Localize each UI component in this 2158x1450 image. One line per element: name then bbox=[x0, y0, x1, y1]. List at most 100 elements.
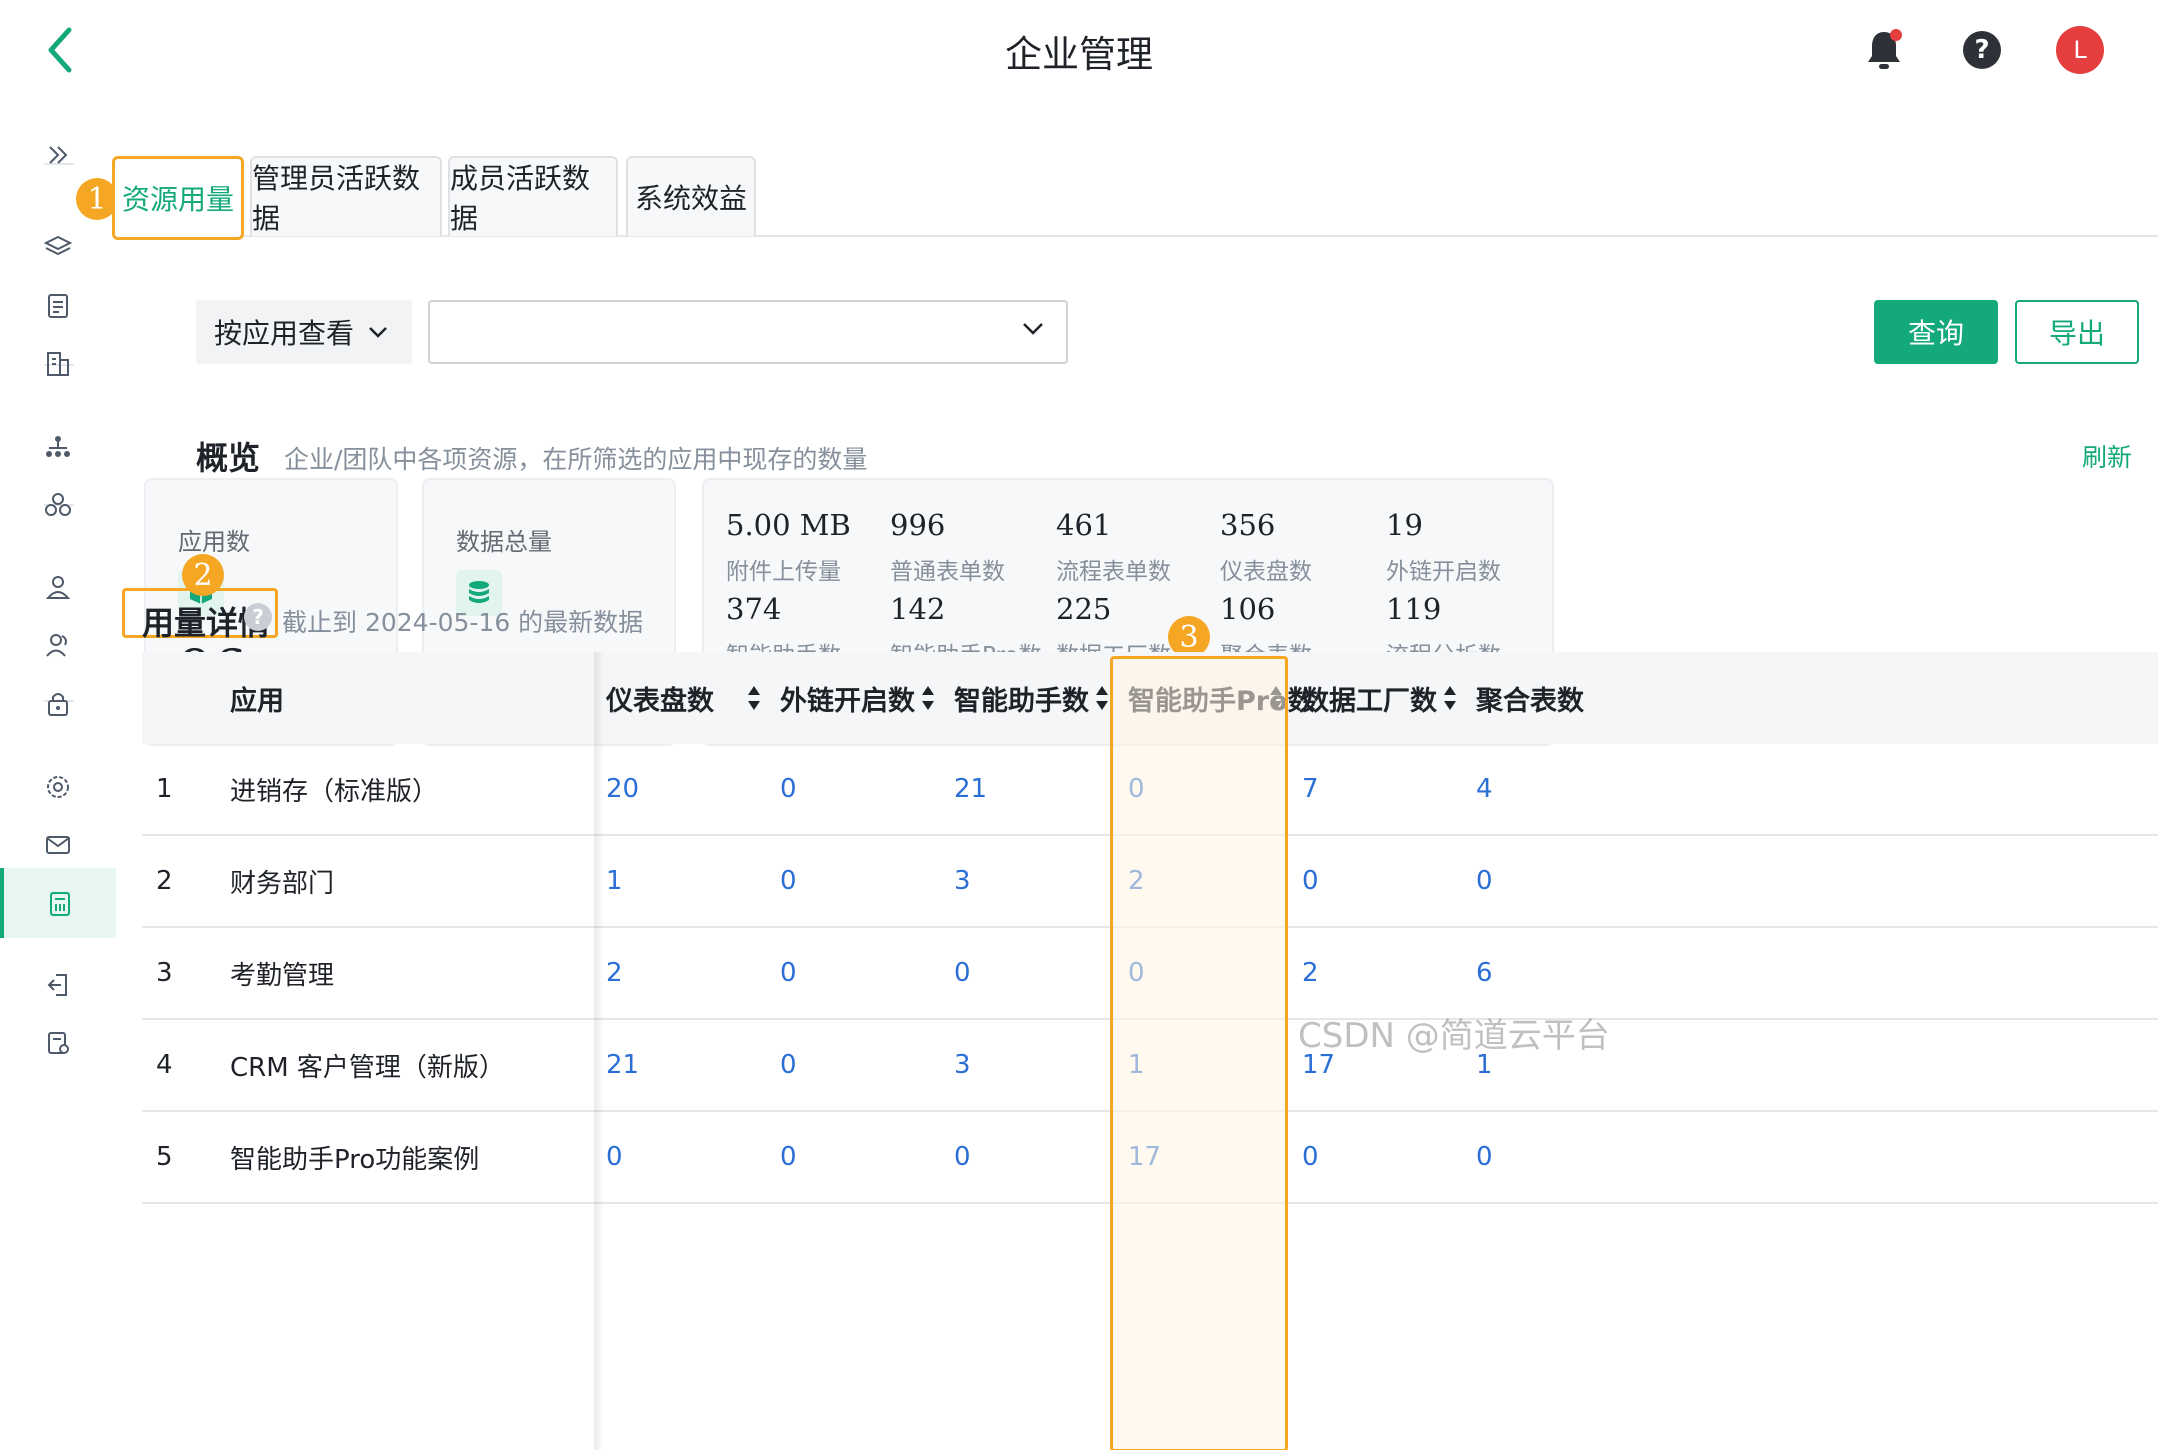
column-header-public-links: 外链开启数 bbox=[780, 685, 915, 717]
row-app-name[interactable]: 智能助手Pro功能案例 bbox=[230, 1112, 479, 1202]
tab-admin-activity[interactable]: 管理员活跃数据 bbox=[250, 156, 442, 236]
row-value[interactable]: 0 bbox=[780, 744, 797, 834]
row-value[interactable]: 0 bbox=[606, 1112, 623, 1202]
user-icon bbox=[45, 576, 71, 599]
row-app-name[interactable]: 进销存（标准版） bbox=[230, 744, 438, 834]
row-value[interactable]: 2 bbox=[606, 928, 623, 1018]
row-app-name[interactable]: 财务部门 bbox=[230, 836, 334, 926]
tab-resource-usage[interactable]: 资源用量 bbox=[112, 156, 244, 240]
sidebar-item-form-settings[interactable] bbox=[0, 1008, 116, 1078]
top-header: 企业管理 ? L bbox=[0, 0, 2158, 108]
notification-button[interactable] bbox=[1856, 22, 1912, 78]
overview-title: 概览 bbox=[196, 439, 261, 477]
app-select[interactable] bbox=[428, 300, 1068, 364]
table-header: 应用 仪表盘数 外链开启数 智能助手数 智能助手Pro数 数据工厂数 聚合表数 bbox=[142, 652, 2158, 744]
chevron-left-icon bbox=[48, 27, 72, 73]
row-index: 5 bbox=[156, 1142, 173, 1172]
view-mode-select[interactable]: 按应用查看 bbox=[196, 300, 412, 364]
sort-icon[interactable] bbox=[1092, 682, 1112, 714]
row-value[interactable]: 0 bbox=[1128, 928, 1145, 1018]
sort-icon[interactable] bbox=[1440, 682, 1460, 714]
row-value[interactable]: 6 bbox=[1476, 928, 1493, 1018]
row-value[interactable]: 7 bbox=[1302, 744, 1319, 834]
row-value[interactable]: 3 bbox=[954, 836, 971, 926]
export-button[interactable]: 导出 bbox=[2015, 300, 2139, 364]
row-app-name[interactable]: 考勤管理 bbox=[230, 928, 334, 1018]
row-value[interactable]: 17 bbox=[1128, 1112, 1161, 1202]
row-value[interactable]: 17 bbox=[1302, 1020, 1335, 1110]
overview-description: 企业/团队中各项资源，在所筛选的应用中现存的数量 bbox=[284, 445, 868, 474]
sidebar-item-building[interactable] bbox=[0, 328, 116, 398]
question-icon: ? bbox=[1963, 31, 2001, 69]
tab-system-benefit[interactable]: 系统效益 bbox=[626, 156, 756, 236]
row-value[interactable]: 0 bbox=[1476, 836, 1493, 926]
column-header-assistants: 智能助手数 bbox=[954, 685, 1089, 717]
row-value[interactable]: 20 bbox=[606, 744, 639, 834]
row-value[interactable]: 2 bbox=[1128, 836, 1145, 926]
avatar-letter: L bbox=[2056, 26, 2104, 74]
back-button[interactable] bbox=[30, 20, 90, 80]
chevron-down-icon bbox=[369, 327, 387, 338]
card-label: 数据总量 bbox=[456, 528, 552, 556]
clipboard-icon bbox=[48, 294, 68, 318]
row-index: 1 bbox=[156, 774, 173, 804]
table-row: 5 智能助手Pro功能案例 0 0 0 17 0 0 bbox=[142, 1112, 2158, 1204]
help-button[interactable]: ? bbox=[1954, 22, 2010, 78]
row-value[interactable]: 21 bbox=[606, 1020, 639, 1110]
row-value[interactable]: 0 bbox=[1302, 836, 1319, 926]
row-index: 3 bbox=[156, 958, 173, 988]
row-index: 2 bbox=[156, 866, 173, 896]
row-value[interactable]: 2 bbox=[1302, 928, 1319, 1018]
bell-icon bbox=[1868, 29, 1902, 69]
sort-icon[interactable] bbox=[918, 682, 938, 714]
page-title: 企业管理 bbox=[1005, 33, 1153, 76]
sidebar-list bbox=[0, 108, 116, 1450]
row-value[interactable]: 0 bbox=[780, 1020, 797, 1110]
row-value[interactable]: 0 bbox=[780, 928, 797, 1018]
sort-icon[interactable] bbox=[1266, 682, 1286, 714]
users-icon bbox=[46, 634, 67, 657]
sidebar-item-calculator[interactable] bbox=[0, 868, 116, 938]
sidebar-item-network[interactable] bbox=[0, 470, 116, 540]
view-mode-label: 按应用查看 bbox=[214, 317, 355, 350]
user-avatar[interactable]: L bbox=[2052, 22, 2108, 78]
sidebar-item-lock[interactable] bbox=[0, 668, 116, 738]
detail-note: 截止到 2024-05-16 的最新数据 bbox=[282, 608, 644, 637]
mail-icon bbox=[46, 836, 70, 854]
sort-icon[interactable] bbox=[744, 682, 764, 714]
resource-stats: 5.00 MB 附件上传量 996 普通表单数 461 流程表单数 356 仪表盘数 1… bbox=[726, 478, 1990, 674]
row-value[interactable]: 21 bbox=[954, 744, 987, 834]
row-value[interactable]: 0 bbox=[954, 928, 971, 1018]
table-row: 2 财务部门 1 0 3 2 0 0 bbox=[142, 836, 2158, 928]
expand-icon bbox=[49, 146, 68, 164]
row-app-name[interactable]: CRM 客户管理（新版） bbox=[230, 1020, 505, 1110]
column-header-aggregate: 聚合表数 bbox=[1476, 685, 1584, 717]
network-icon bbox=[45, 493, 71, 516]
column-header-dashboards: 仪表盘数 bbox=[606, 685, 714, 717]
column-header-assistant-pro: 智能助手Pro数 bbox=[1128, 685, 1315, 717]
query-button[interactable]: 查询 bbox=[1874, 300, 1998, 364]
row-value[interactable]: 0 bbox=[1476, 1112, 1493, 1202]
row-value[interactable]: 0 bbox=[780, 1112, 797, 1202]
row-value[interactable]: 0 bbox=[1128, 744, 1145, 834]
row-value[interactable]: 1 bbox=[606, 836, 623, 926]
org-chart-icon bbox=[46, 436, 70, 457]
row-index: 4 bbox=[156, 1050, 173, 1080]
main-content: 1 资源用量 管理员活跃数据 成员活跃数据 系统效益 按应用查看 查询 导出 概… bbox=[76, 108, 2158, 1450]
gear-icon bbox=[47, 776, 69, 798]
chevron-down-icon bbox=[1023, 323, 1043, 335]
form-settings-icon bbox=[48, 1032, 69, 1054]
table-row: 4 CRM 客户管理（新版） 21 0 3 1 17 1 bbox=[142, 1020, 2158, 1112]
row-value[interactable]: 0 bbox=[1302, 1112, 1319, 1202]
refresh-link[interactable]: 刷新 bbox=[2082, 438, 2132, 474]
row-value[interactable]: 4 bbox=[1476, 744, 1493, 834]
row-value[interactable]: 0 bbox=[780, 836, 797, 926]
tab-member-activity[interactable]: 成员活跃数据 bbox=[448, 156, 618, 236]
row-value[interactable]: 0 bbox=[954, 1112, 971, 1202]
row-value[interactable]: 1 bbox=[1476, 1020, 1493, 1110]
row-value[interactable]: 3 bbox=[954, 1020, 971, 1110]
login-icon bbox=[47, 974, 67, 996]
question-icon[interactable]: ? bbox=[244, 603, 272, 631]
column-header-app: 应用 bbox=[230, 685, 284, 717]
row-value[interactable]: 1 bbox=[1128, 1020, 1145, 1110]
